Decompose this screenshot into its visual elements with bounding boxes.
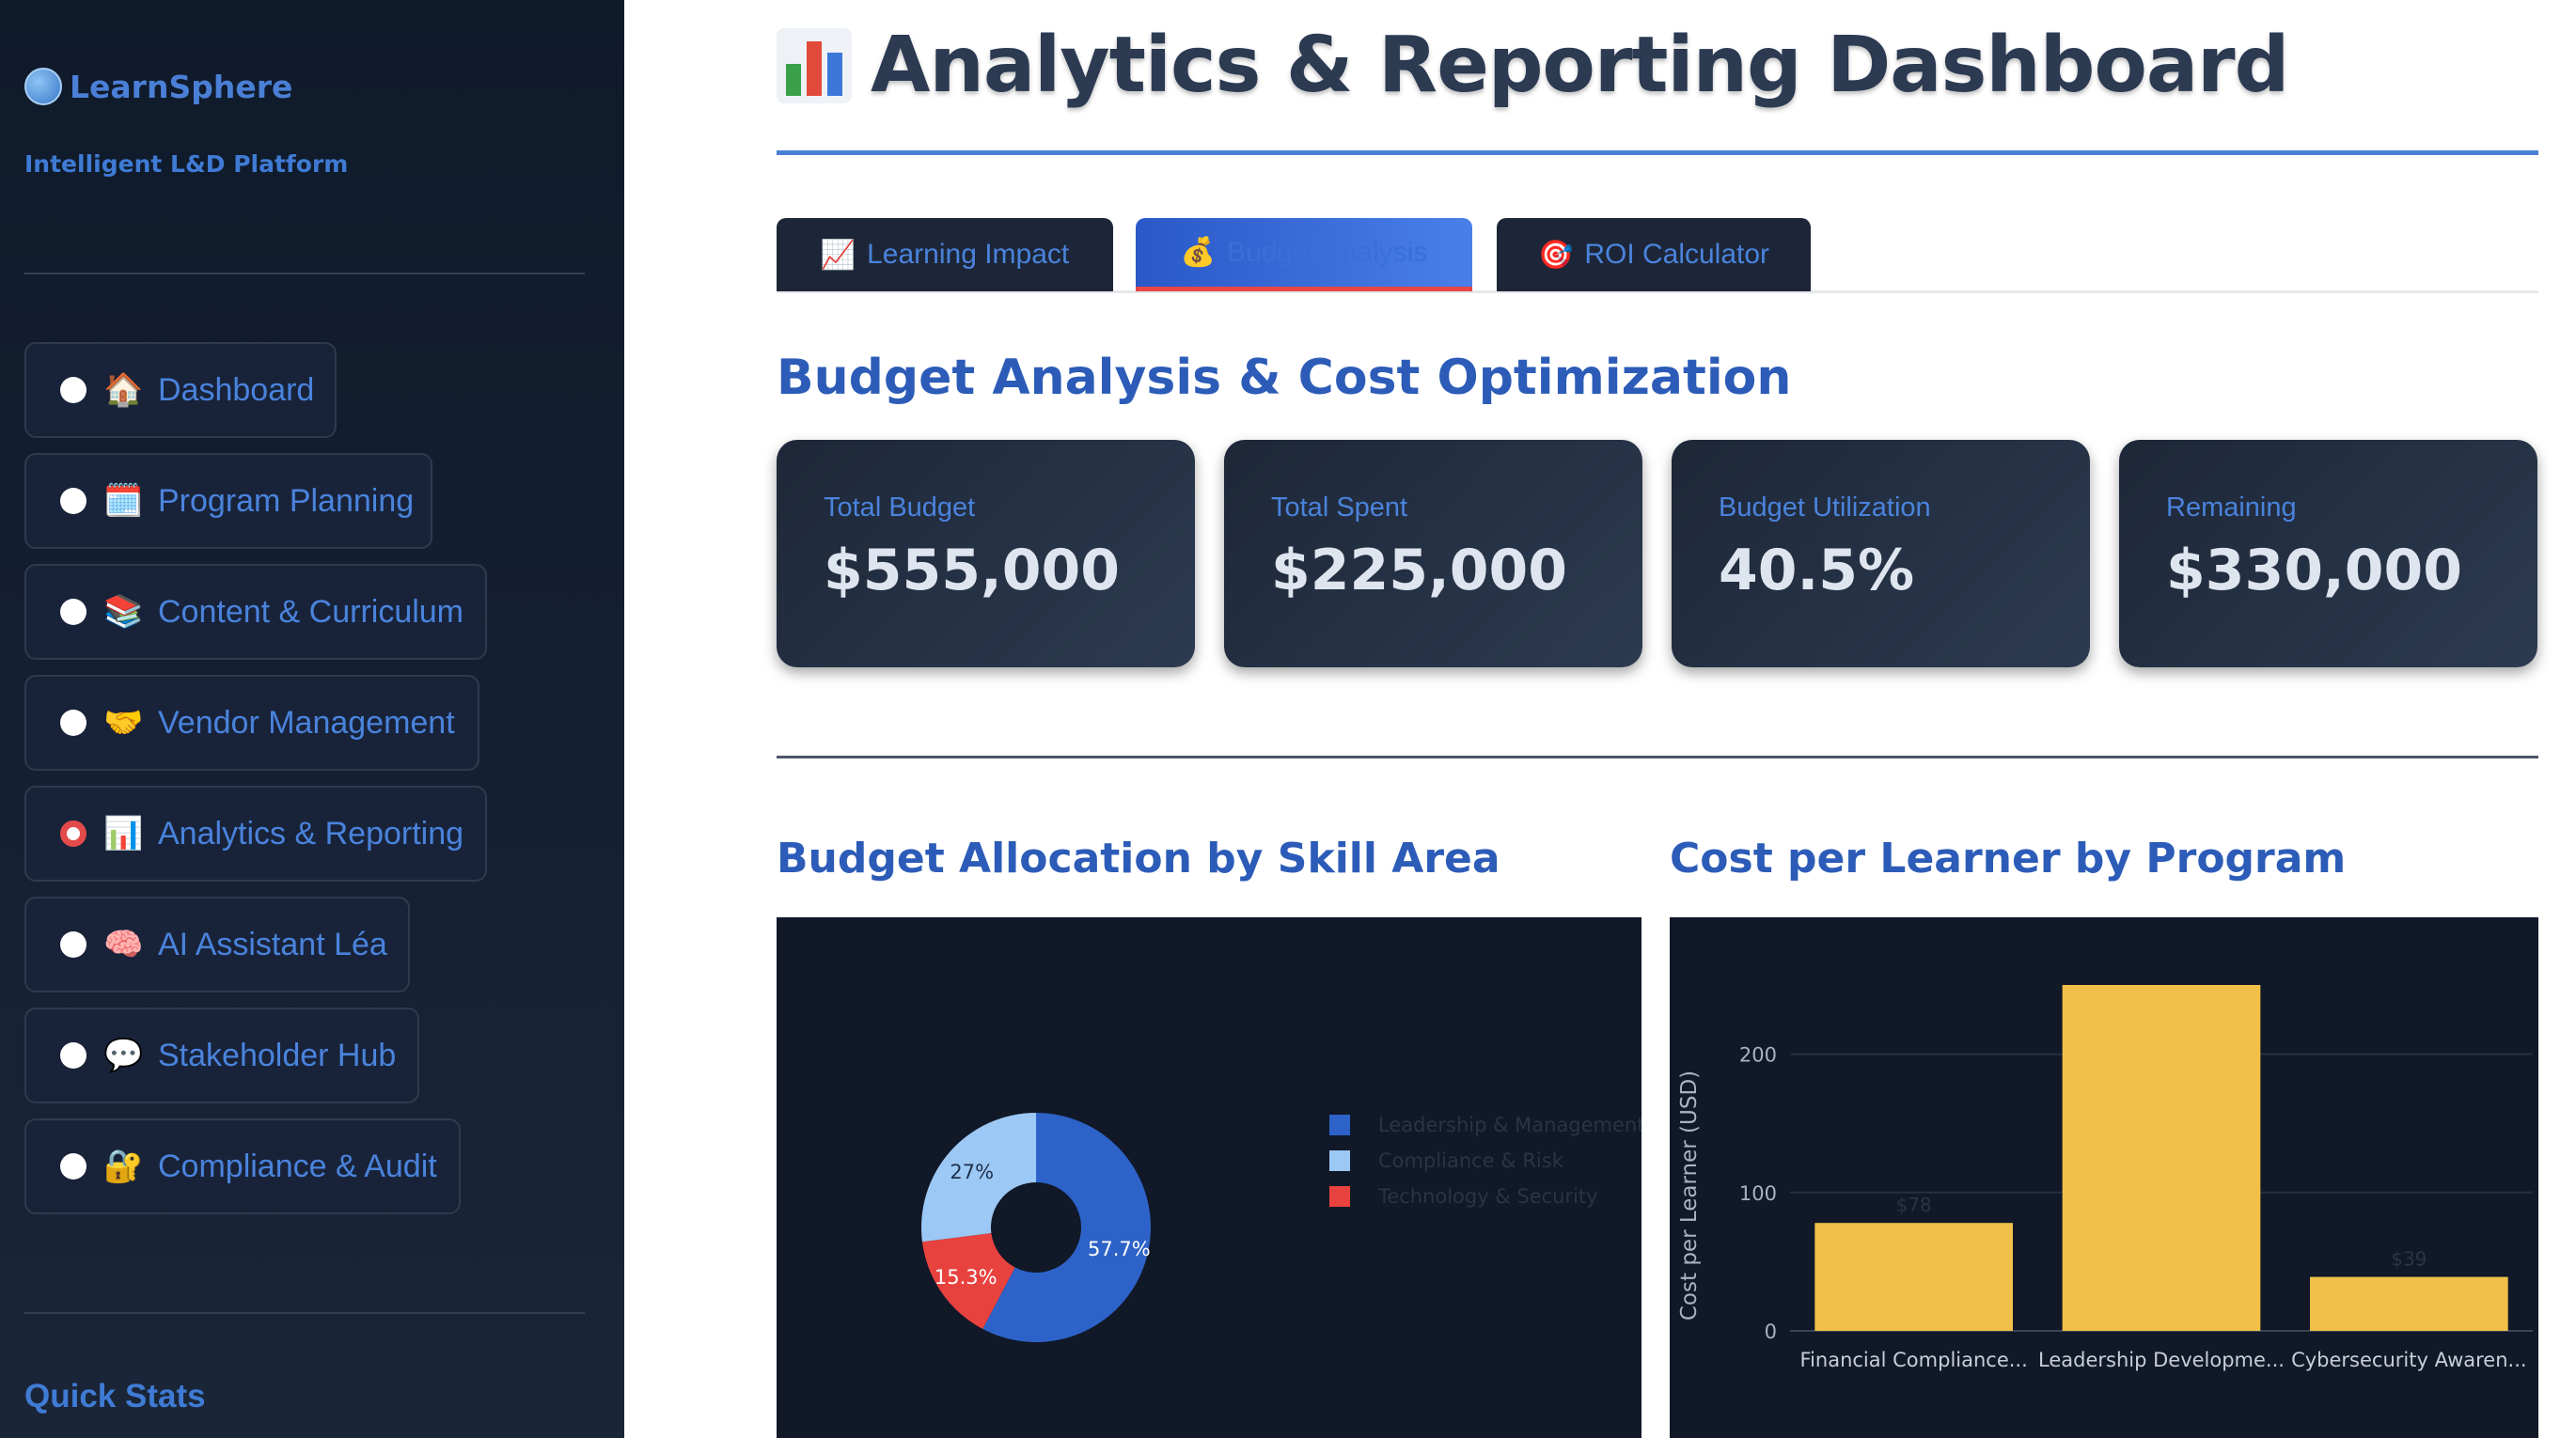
legend-label: Compliance & Risk bbox=[1378, 1149, 1564, 1172]
metric-label: Total Spent bbox=[1271, 492, 1408, 523]
metric-value: 40.5% bbox=[1719, 538, 1915, 603]
radio-indicator[interactable] bbox=[60, 377, 86, 403]
money-bag-icon: 💰 bbox=[1180, 236, 1216, 269]
globe-icon bbox=[24, 68, 62, 105]
house-icon: 🏠 bbox=[103, 371, 144, 409]
x-tick-label: Leadership Developme... bbox=[2038, 1349, 2285, 1371]
tab-bar: 📈 Learning Impact 💰 Budget Analysis 🎯 RO… bbox=[777, 218, 2538, 293]
books-icon: 📚 bbox=[103, 593, 144, 631]
sidebar-item-label: Stakeholder Hub bbox=[158, 1037, 397, 1073]
radio-indicator[interactable] bbox=[60, 1153, 86, 1180]
sidebar-item-label: Analytics & Reporting bbox=[158, 815, 464, 852]
lock-icon: 🔐 bbox=[103, 1148, 144, 1185]
tab-learning-impact[interactable]: 📈 Learning Impact bbox=[777, 218, 1113, 291]
metric-value: $225,000 bbox=[1271, 538, 1568, 603]
metric-value: $555,000 bbox=[824, 538, 1121, 603]
x-tick-label: Cybersecurity Awaren... bbox=[2291, 1349, 2526, 1371]
metric-card-total-spent: Total Spent $225,000 bbox=[1224, 440, 1642, 667]
chart-up-icon: 📈 bbox=[820, 238, 856, 272]
y-tick-label: 200 bbox=[1739, 1044, 1777, 1067]
y-tick-label: 100 bbox=[1739, 1182, 1777, 1205]
legend-label: Technology & Security bbox=[1377, 1185, 1598, 1208]
legend-swatch bbox=[1329, 1115, 1350, 1135]
page-title: Analytics & Reporting Dashboard bbox=[777, 21, 2289, 110]
legend-swatch bbox=[1329, 1150, 1350, 1171]
metric-label: Total Budget bbox=[824, 492, 976, 523]
sidebar-item-content-curriculum[interactable]: 📚 Content & Curriculum bbox=[24, 564, 487, 660]
radio-indicator[interactable] bbox=[60, 821, 86, 847]
legend-swatch bbox=[1329, 1186, 1350, 1207]
bar-chart-panel: 0 100 200 Cost per Learner (USD) $78 Financia… bbox=[1670, 917, 2538, 1438]
sidebar-item-label: Program Planning bbox=[158, 482, 415, 519]
x-tick-label: Financial Compliance... bbox=[1800, 1349, 2028, 1371]
pie-data-label: 27% bbox=[950, 1161, 994, 1183]
brain-icon: 🧠 bbox=[103, 926, 144, 963]
quick-stats-heading: Quick Stats bbox=[24, 1378, 206, 1415]
sidebar-item-label: Content & Curriculum bbox=[158, 593, 464, 630]
tab-roi-calculator[interactable]: 🎯 ROI Calculator bbox=[1497, 218, 1811, 291]
page-title-text: Analytics & Reporting Dashboard bbox=[871, 21, 2289, 110]
y-tick-label: 0 bbox=[1765, 1321, 1777, 1343]
sidebar-divider bbox=[24, 1312, 585, 1314]
metric-label: Budget Utilization bbox=[1719, 492, 1931, 523]
radio-indicator[interactable] bbox=[60, 931, 86, 958]
tab-label: Learning Impact bbox=[867, 239, 1070, 270]
bar-data-label: $78 bbox=[1896, 1194, 1932, 1216]
bar[interactable] bbox=[2062, 985, 2261, 1331]
metric-card-budget-utilization: Budget Utilization 40.5% bbox=[1672, 440, 2090, 667]
sidebar-item-stakeholder-hub[interactable]: 💬 Stakeholder Hub bbox=[24, 1008, 419, 1103]
pie-chart-panel: 57.7% 15.3% 27% Leadership & Management Comp… bbox=[777, 917, 1644, 1438]
sidebar: LearnSphere Intelligent L&D Platform 🏠 Da… bbox=[0, 0, 624, 1438]
bar-chart: 0 100 200 Cost per Learner (USD) $78 Financia… bbox=[1677, 985, 2533, 1371]
sidebar-item-vendor-management[interactable]: 🤝 Vendor Management bbox=[24, 675, 479, 771]
radio-indicator[interactable] bbox=[60, 710, 86, 736]
sidebar-item-compliance-audit[interactable]: 🔐 Compliance & Audit bbox=[24, 1118, 461, 1214]
brand: LearnSphere bbox=[24, 68, 292, 105]
sidebar-item-label: Vendor Management bbox=[158, 704, 455, 741]
brand-name: LearnSphere bbox=[70, 68, 293, 105]
bar-chart-icon: 📊 bbox=[103, 815, 144, 852]
bar[interactable] bbox=[1814, 1223, 2013, 1331]
pie-chart-heading: Budget Allocation by Skill Area bbox=[777, 835, 1500, 883]
metric-card-remaining: Remaining $330,000 bbox=[2119, 440, 2537, 667]
bar-chart-icon bbox=[777, 27, 852, 103]
sidebar-item-label: Compliance & Audit bbox=[158, 1148, 437, 1184]
radio-indicator[interactable] bbox=[60, 488, 86, 514]
title-underline bbox=[777, 150, 2538, 155]
metric-value: $330,000 bbox=[2166, 538, 2463, 603]
sidebar-item-analytics-reporting[interactable]: 📊 Analytics & Reporting bbox=[24, 786, 487, 882]
pie-data-label: 57.7% bbox=[1088, 1238, 1151, 1260]
target-icon: 🎯 bbox=[1537, 238, 1574, 272]
speech-bubble-icon: 💬 bbox=[103, 1037, 144, 1074]
bar[interactable] bbox=[2310, 1276, 2508, 1331]
calendar-icon: 🗓️ bbox=[103, 482, 144, 520]
radio-indicator[interactable] bbox=[60, 599, 86, 625]
tab-budget-analysis[interactable]: 💰 Budget Analysis bbox=[1136, 218, 1472, 291]
app-root: LearnSphere Intelligent L&D Platform 🏠 Da… bbox=[0, 0, 2576, 1438]
sidebar-item-label: Dashboard bbox=[158, 371, 315, 408]
tagline: Intelligent L&D Platform bbox=[24, 150, 349, 178]
metric-label: Remaining bbox=[2166, 492, 2297, 523]
sidebar-item-ai-assistant-l-a[interactable]: 🧠 AI Assistant Léa bbox=[24, 897, 410, 993]
sidebar-divider bbox=[24, 273, 585, 274]
pie-chart: 57.7% 15.3% 27% Leadership & Management Comp… bbox=[921, 1113, 1644, 1342]
legend-label: Leadership & Management bbox=[1378, 1114, 1641, 1136]
section-heading: Budget Analysis & Cost Optimization bbox=[777, 350, 1792, 406]
section-divider bbox=[777, 756, 2538, 758]
metric-card-total-budget: Total Budget $555,000 bbox=[777, 440, 1195, 667]
pie-data-label: 15.3% bbox=[935, 1266, 997, 1289]
bar-data-label: $39 bbox=[2391, 1248, 2427, 1271]
sidebar-item-program-planning[interactable]: 🗓️ Program Planning bbox=[24, 453, 432, 549]
sidebar-item-dashboard[interactable]: 🏠 Dashboard bbox=[24, 342, 337, 438]
tab-label: Budget Analysis bbox=[1226, 236, 1428, 268]
sidebar-item-label: AI Assistant Léa bbox=[158, 926, 387, 962]
radio-indicator[interactable] bbox=[60, 1042, 86, 1069]
handshake-icon: 🤝 bbox=[103, 704, 144, 742]
tab-label: ROI Calculator bbox=[1584, 239, 1770, 270]
y-axis-label: Cost per Learner (USD) bbox=[1677, 1071, 1702, 1321]
bar-chart-heading: Cost per Learner by Program bbox=[1670, 835, 2347, 883]
